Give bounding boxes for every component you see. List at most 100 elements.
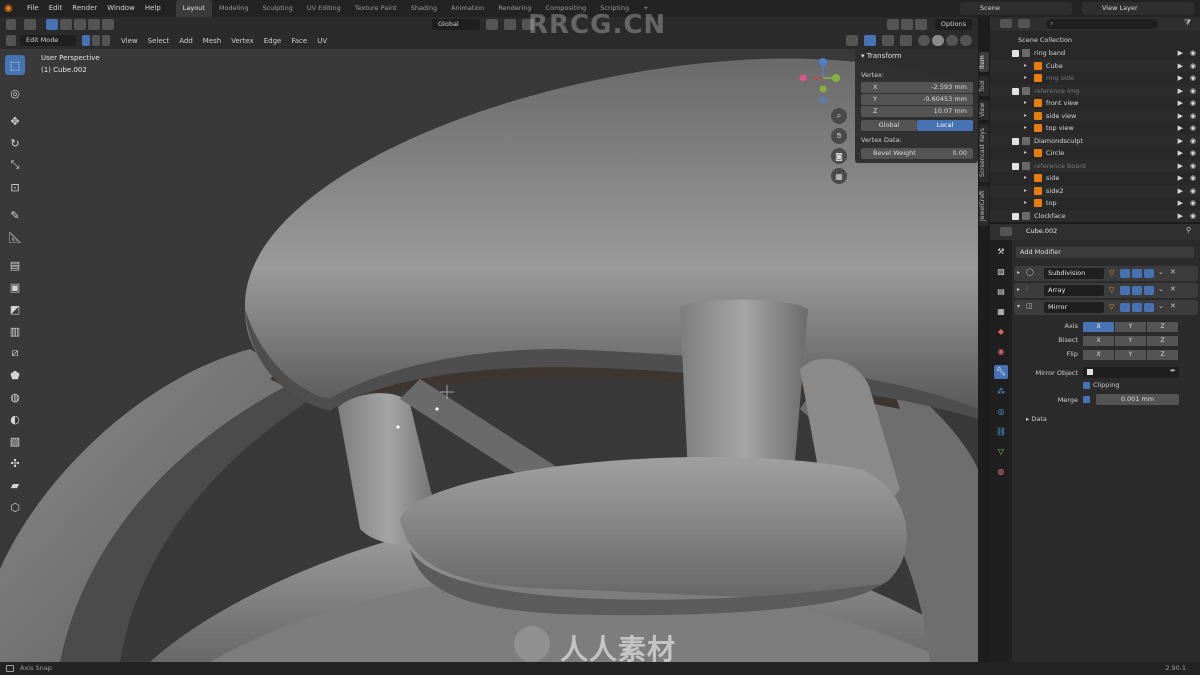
side-tab-item[interactable]: Item [979,52,989,72]
expand-icon[interactable]: ▸ [1017,286,1020,293]
menu-edit[interactable]: Edit [44,0,68,17]
global-toggle[interactable]: Global [861,120,917,131]
overlays-icon[interactable] [882,35,894,46]
bevel-weight-field[interactable]: Bevel Weight 0.00 [861,148,973,159]
bisect-x-toggle[interactable]: X [1083,336,1114,346]
visibility-icon[interactable] [846,35,858,46]
add-menu[interactable]: Add [174,37,198,45]
zoom-icon[interactable]: ⌕ [831,108,847,124]
render-toggle-icon[interactable] [1144,269,1154,278]
xray-icon[interactable] [900,35,912,46]
ortho-grid-icon[interactable]: ▦ [831,168,847,184]
visibility-eye-icon[interactable]: ◉ [1190,97,1196,110]
mirror-z-icon[interactable] [914,19,927,30]
selectable-arrow-icon[interactable]: ▶ [1178,47,1183,60]
measure-tool-icon[interactable]: 📐︎ [5,227,25,247]
select-mode-invert-icon[interactable] [88,19,100,30]
viewport-toggle-icon[interactable] [1132,303,1142,312]
flip-y-toggle[interactable]: Y [1115,350,1146,360]
selectable-arrow-icon[interactable]: ▶ [1178,172,1183,185]
selectable-arrow-icon[interactable]: ▶ [1178,210,1183,223]
edge-select-icon[interactable] [92,35,100,46]
outliner-row[interactable]: ring band ▶ ◉ [990,47,1200,60]
material-tab-icon[interactable]: ◍ [994,465,1008,479]
extrude-tool-icon[interactable]: ▤ [5,255,25,275]
menu-help[interactable]: Help [140,0,166,17]
expand-icon[interactable]: ▸ [1024,122,1031,131]
pin-icon[interactable]: ⚲ [1186,226,1191,234]
data-subpanel[interactable]: ▸ Data [1026,415,1047,423]
expand-icon[interactable]: ▸ [1024,72,1031,81]
vertex-x-field[interactable]: X -2.593 mm [861,82,973,93]
shading-solid-icon[interactable] [932,35,944,46]
side-tab-tool[interactable]: Tool [979,76,989,96]
selectable-arrow-icon[interactable]: ▶ [1178,97,1183,110]
rotate-tool-icon[interactable]: ↻ [5,133,25,153]
selectable-arrow-icon[interactable]: ▶ [1178,72,1183,85]
outliner-row[interactable]: ▸ top view ▶ ◉ [990,122,1200,135]
selectable-arrow-icon[interactable]: ▶ [1178,122,1183,135]
outliner-display-mode-icon[interactable] [1018,19,1030,28]
merge-checkbox[interactable] [1083,396,1090,403]
selectable-arrow-icon[interactable]: ▶ [1178,197,1183,210]
select-mode-extend-icon[interactable] [60,19,72,30]
select-box-tool-icon[interactable]: ⬚ [5,55,25,75]
editor-type-icon[interactable] [6,35,16,46]
add-modifier-dropdown[interactable]: Add Modifier [1016,247,1194,258]
bisect-z-toggle[interactable]: Z [1147,336,1178,346]
view-layer-tab-icon[interactable]: ▦ [994,305,1008,319]
move-tool-icon[interactable]: ✥ [5,111,25,131]
outliner-row[interactable]: ▸ side view ▶ ◉ [990,109,1200,122]
edit-cage-icon[interactable]: ▽ [1109,303,1114,311]
close-icon[interactable]: ✕ [1170,285,1176,293]
pan-hand-icon[interactable]: ✋︎ [831,128,847,144]
collection-checkbox[interactable] [1012,162,1019,170]
outliner-row[interactable]: ▸ Circle ▶ ◉ [990,147,1200,160]
visibility-eye-icon[interactable]: ◉ [1190,172,1196,185]
spin-tool-icon[interactable]: ◍ [5,387,25,407]
vertex-y-field[interactable]: Y -0.60453 mm [861,94,973,105]
camera-view-icon[interactable]: ◙ [831,148,847,164]
selectable-arrow-icon[interactable]: ▶ [1178,135,1183,148]
outliner-editor-type-icon[interactable] [1000,19,1012,28]
merge-distance-field[interactable]: 0.001 mm [1096,394,1179,405]
render-toggle-icon[interactable] [1144,286,1154,295]
modifier-array[interactable]: ▸ ⫶ Array ▽ ⌄ ✕ [1014,283,1198,298]
snap-icon[interactable] [504,19,516,30]
scale-tool-icon[interactable]: ⤡ [5,155,25,175]
pivot-point-icon[interactable] [486,19,498,30]
properties-editor-type-icon[interactable] [1000,227,1012,236]
visibility-eye-icon[interactable]: ◉ [1190,47,1196,60]
face-menu[interactable]: Face [286,37,312,45]
bisect-y-toggle[interactable]: Y [1115,336,1146,346]
workspace-tab-layout[interactable]: Layout [175,0,212,17]
side-tab-jewelcraft[interactable]: JewelCraft [979,186,989,226]
close-icon[interactable]: ✕ [1170,268,1176,276]
expand-icon[interactable]: ▸ [1024,147,1031,156]
expand-icon[interactable]: ▸ [1024,185,1031,194]
collection-checkbox[interactable] [1012,87,1019,95]
edge-slide-tool-icon[interactable]: ▧ [5,431,25,451]
modifier-menu-icon[interactable]: ⌄ [1158,268,1164,276]
transform-orientation-dropdown[interactable]: Global [432,19,480,30]
viewport-toggle-icon[interactable] [1132,286,1142,295]
blender-logo-icon[interactable]: ◉ [4,3,18,15]
selectable-arrow-icon[interactable]: ▶ [1178,60,1183,73]
array-name[interactable]: Array [1044,285,1104,296]
annotate-tool-icon[interactable]: ✎ [5,205,25,225]
expand-icon[interactable]: ▸ [1024,60,1031,69]
axis-x-toggle[interactable]: X [1083,322,1114,332]
edge-menu[interactable]: Edge [259,37,287,45]
menu-render[interactable]: Render [67,0,102,17]
collection-checkbox[interactable] [1012,137,1019,145]
shading-wireframe-icon[interactable] [918,35,930,46]
uv-menu[interactable]: UV [312,37,332,45]
visibility-eye-icon[interactable]: ◉ [1190,135,1196,148]
modifier-mirror[interactable]: ▾ ◫ Mirror ▽ ⌄ ✕ [1014,300,1198,315]
menu-window[interactable]: Window [102,0,140,17]
outliner-row[interactable]: reference board ▶ ◉ [990,159,1200,172]
shading-material-icon[interactable] [946,35,958,46]
view-menu[interactable]: View [116,37,143,45]
outliner-search-input[interactable]: ⌕ [1046,19,1158,29]
editmode-toggle-icon[interactable] [1120,286,1130,295]
